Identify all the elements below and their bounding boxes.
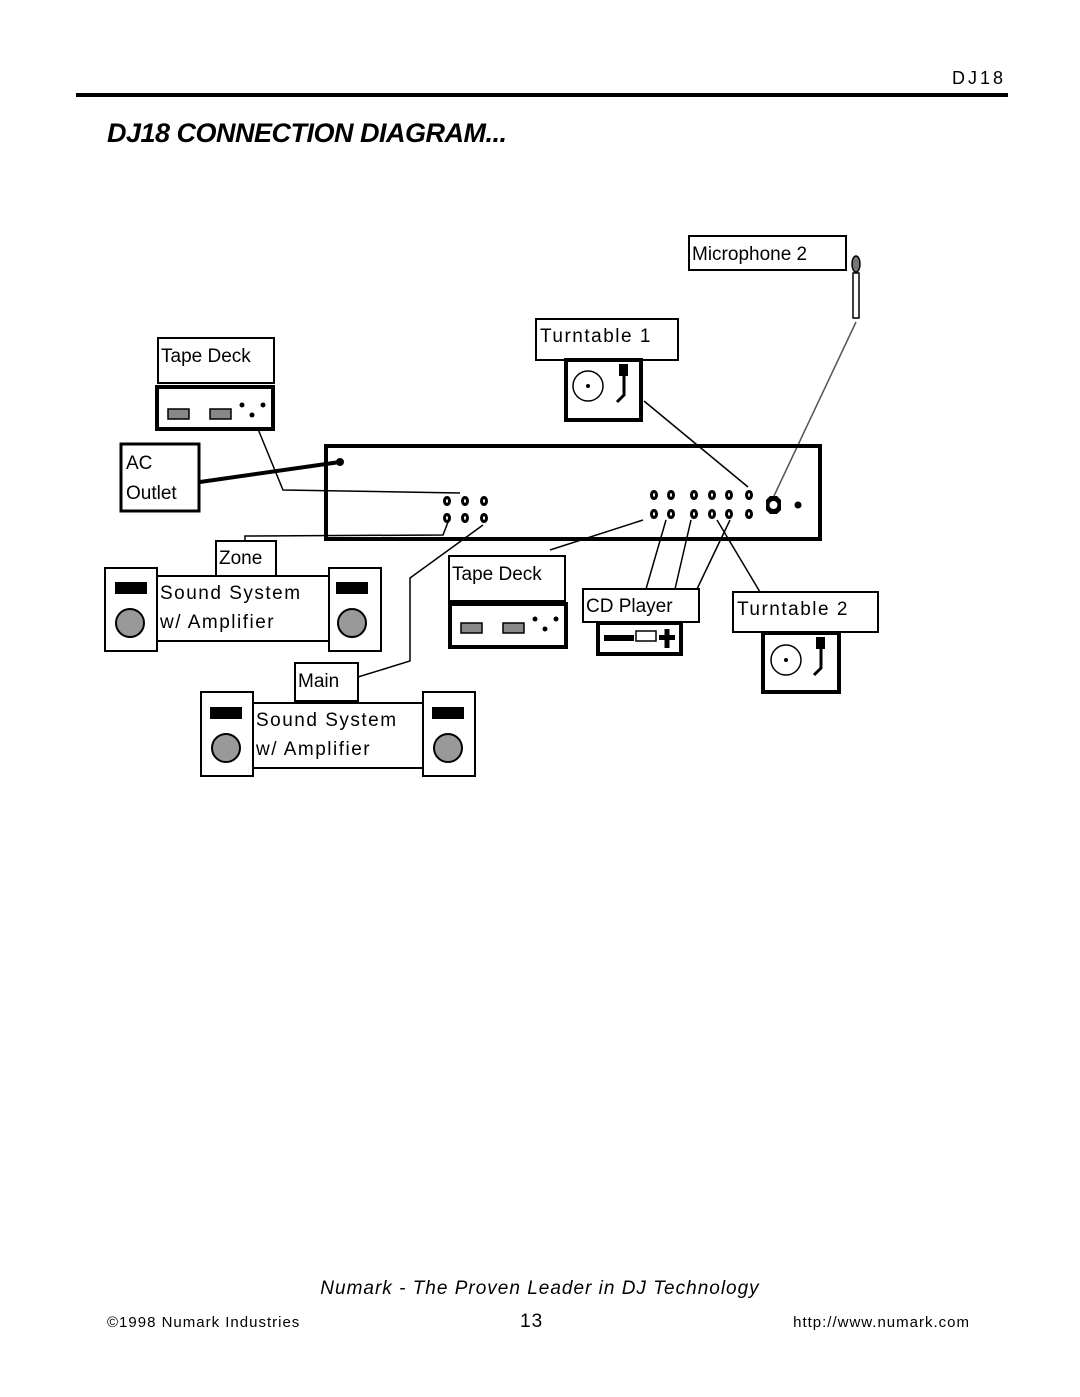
speaker-icon-left [200, 691, 254, 777]
microphone-jack [766, 496, 781, 514]
footer-url: http://www.numark.com [793, 1314, 970, 1331]
main-label: Main [298, 671, 339, 692]
output-jacks [443, 496, 488, 523]
speaker-icon-right [328, 567, 382, 652]
cd-player: CD Player [582, 588, 700, 656]
tape-deck-bottom: Tape Deck [448, 555, 568, 649]
microphone-2: Microphone 2 [688, 235, 861, 319]
turntable-2-label: Turntable 2 [737, 599, 849, 620]
cd-player-label: CD Player [586, 596, 673, 617]
turntable-2: Turntable 2 [732, 591, 879, 694]
ac-outlet-label-line1: AC [126, 453, 152, 474]
cable-cd-player-3 [696, 519, 731, 590]
tape-deck-bottom-label: Tape Deck [452, 564, 542, 585]
tape-deck-top-label: Tape Deck [161, 346, 251, 367]
turntable-icon [761, 631, 841, 694]
cable-microphone-2 [772, 321, 857, 499]
speaker-icon-right [422, 691, 476, 777]
turntable-icon [564, 358, 643, 422]
microphone-2-label: Microphone 2 [692, 244, 807, 265]
footer-copyright: ©1998 Numark Industries [107, 1314, 301, 1331]
input-jacks [650, 490, 753, 519]
speaker-icon-left [104, 567, 158, 652]
ac-inlet-jack [336, 458, 344, 466]
page-number: 13 [520, 1311, 544, 1332]
turntable-1-label: Turntable 1 [540, 326, 652, 347]
microphone-icon [851, 255, 861, 319]
zone-sound-system: Zone Sound System w/ Amplifier [104, 540, 382, 652]
main-system-label-line1: Sound System [256, 710, 398, 731]
tape-deck-icon [155, 385, 275, 431]
zone-system-label-line2: w/ Amplifier [159, 612, 275, 633]
ac-outlet: AC Outlet [119, 442, 201, 513]
cable-turntable-2 [716, 519, 761, 593]
turntable-1: Turntable 1 [535, 318, 679, 422]
cd-player-icon [596, 621, 683, 656]
main-system-label-line2: w/ Amplifier [255, 739, 371, 760]
connection-diagram: Microphone 2 Turntable 1 Tape Deck AC Ou… [104, 235, 879, 777]
zone-label: Zone [219, 548, 262, 569]
tape-deck-top: Tape Deck [155, 337, 275, 431]
tape-deck-icon [448, 602, 568, 649]
footer-tagline: Numark - The Proven Leader in DJ Technol… [320, 1278, 760, 1299]
zone-system-label-line1: Sound System [160, 583, 302, 604]
ground-screw [794, 501, 802, 509]
cable-cd-player-2 [674, 519, 692, 590]
cable-tape-deck-bottom [549, 519, 644, 551]
ac-outlet-label-line2: Outlet [126, 483, 177, 504]
cable-tape-deck-top [257, 428, 461, 494]
cable-ac-power [199, 460, 341, 484]
cable-cd-player-1 [645, 519, 667, 590]
main-sound-system: Main Sound System w/ Amplifier [200, 662, 476, 777]
